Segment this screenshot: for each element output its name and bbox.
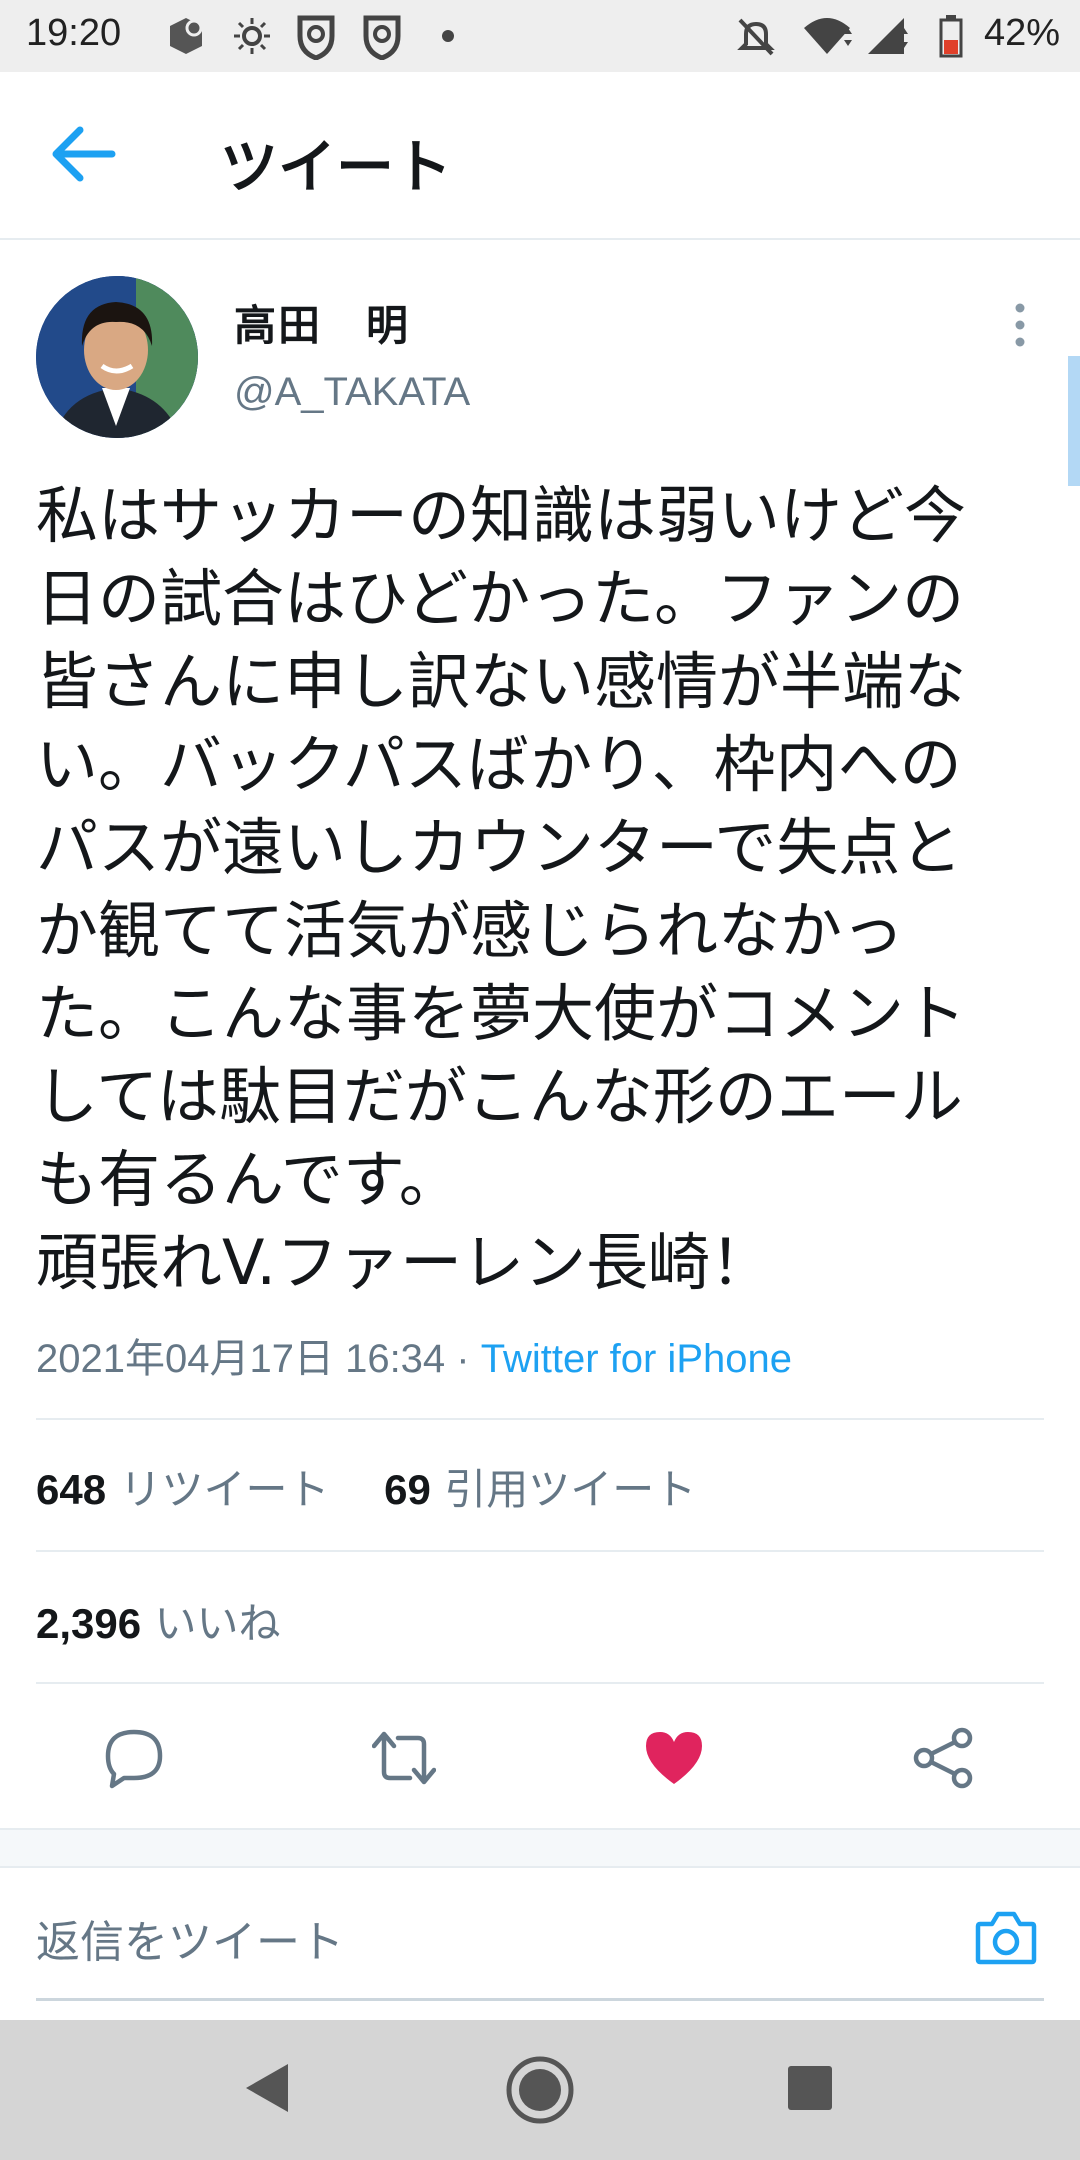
- tweet-line: 日の試合はひどかった。ファンの: [36, 562, 965, 635]
- retweet-label: リツイート: [119, 1465, 330, 1514]
- tweet-text: 私はサッカーの知識は弱いけど今 日の試合はひどかった。ファンの 皆さんに申し訳な…: [36, 474, 1046, 1304]
- tweet-source-link[interactable]: Twitter for iPhone: [481, 1337, 792, 1381]
- reply-icon[interactable]: [102, 1726, 166, 1790]
- tweet-line: しては駄目だがこんな形のエール: [36, 1060, 963, 1133]
- author-handle[interactable]: @A_TAKATA: [234, 370, 470, 415]
- back-nav-icon[interactable]: [242, 2060, 292, 2116]
- divider: [36, 1682, 1044, 1684]
- app-header: ツイート: [0, 72, 1080, 240]
- arrow-left-icon[interactable]: [50, 126, 116, 182]
- heart-icon[interactable]: [642, 1726, 706, 1790]
- tweet-timestamp: 2021年04月17日 16:34: [36, 1337, 446, 1381]
- status-bar: 19:20 42%: [0, 0, 1080, 72]
- share-icon[interactable]: [912, 1726, 976, 1790]
- recents-nav-icon[interactable]: [786, 2064, 834, 2112]
- tweet-meta: 2021年04月17日 16:34 · Twitter for iPhone: [36, 1326, 792, 1384]
- reply-underline: [36, 1998, 1044, 2001]
- system-nav-bar: [0, 2020, 1080, 2160]
- shield-icon: [363, 15, 401, 60]
- dot-icon: [442, 30, 454, 42]
- retweet-stats[interactable]: 648 リツイート 69 引用ツイート: [36, 1456, 696, 1517]
- status-time: 19:20: [26, 12, 122, 54]
- tweet-line: い。バックパスばかり、枠内への: [36, 728, 962, 801]
- like-count: 2,396: [36, 1600, 142, 1647]
- reply-input[interactable]: 返信をツイート: [36, 1906, 344, 1970]
- mute-icon: [737, 18, 775, 56]
- quote-count: 69: [384, 1466, 431, 1513]
- like-label: いいね: [154, 1599, 281, 1648]
- app-icon: [170, 18, 203, 54]
- tweet-line: 私はサッカーの知識は弱いけど今: [36, 479, 967, 552]
- retweet-icon[interactable]: [372, 1726, 436, 1790]
- tweet-line: た。こんな事を夢大使がコメント: [36, 977, 967, 1050]
- quote-label: 引用ツイート: [444, 1465, 697, 1514]
- scrollbar-thumb[interactable]: [1068, 356, 1080, 486]
- divider: [36, 1418, 1044, 1420]
- tweet-line: 頑張れV.ファーレン長崎！: [36, 1226, 773, 1299]
- more-options-icon[interactable]: [1008, 300, 1032, 350]
- avatar[interactable]: [36, 276, 198, 438]
- wifi-icon: [804, 18, 852, 54]
- divider: [36, 1550, 1044, 1552]
- home-nav-icon[interactable]: [504, 2054, 576, 2126]
- reply-bar: 返信をツイート: [0, 1866, 1080, 2001]
- retweet-count: 648: [36, 1466, 107, 1513]
- page-title: ツイート: [220, 133, 453, 201]
- shield-icon: [297, 15, 335, 60]
- section-divider: [0, 1828, 1080, 1868]
- tweet-line: パスが遠いしカウンターで失点と: [36, 811, 963, 884]
- signal-icon: [868, 18, 908, 54]
- brightness-icon: [234, 18, 270, 54]
- meta-separator: ·: [445, 1337, 481, 1381]
- battery-icon: [939, 15, 963, 58]
- author-name[interactable]: 高田 明: [234, 292, 410, 353]
- tweet-line: も有るんです。: [36, 1143, 461, 1216]
- tweet-actions: [0, 1700, 1080, 1812]
- camera-icon[interactable]: [974, 1908, 1038, 1966]
- tweet-line: か観てて活気が感じられなかっ: [36, 894, 905, 967]
- like-stats[interactable]: 2,396 いいね: [36, 1590, 280, 1651]
- tweet-line: 皆さんに申し訳ない感情が半端な: [36, 645, 967, 718]
- battery-percent: 42%: [983, 12, 1060, 54]
